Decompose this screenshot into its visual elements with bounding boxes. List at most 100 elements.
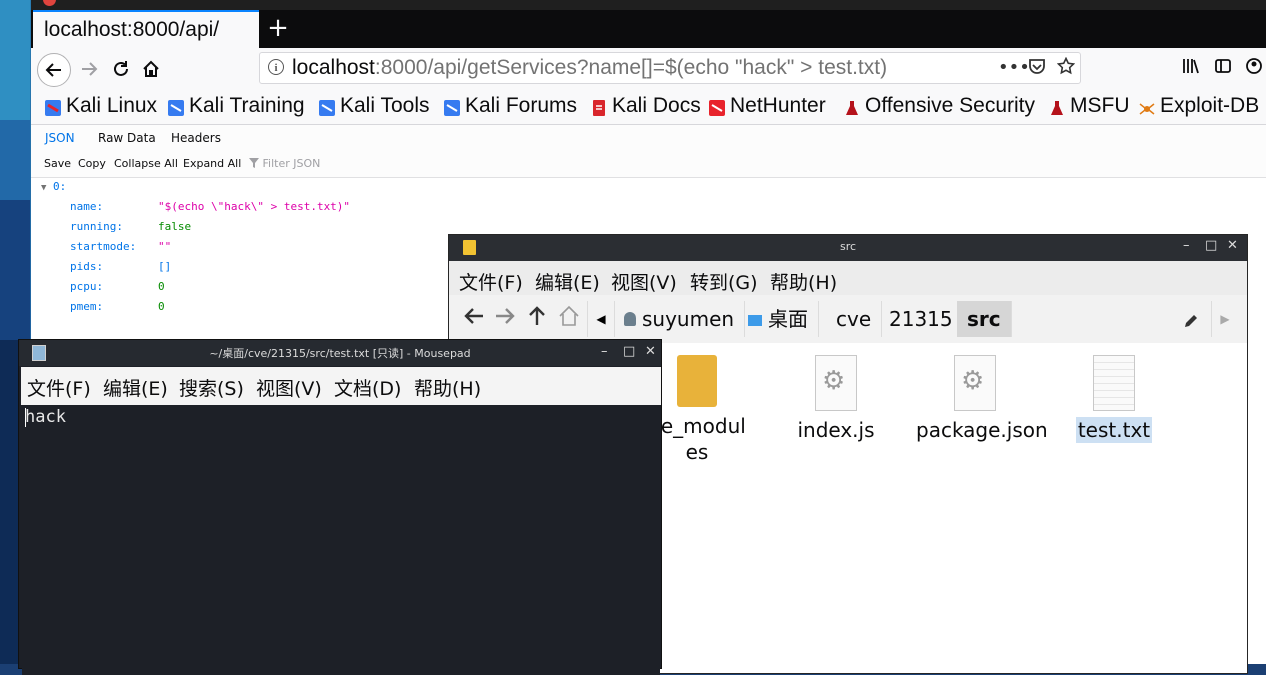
minimize-button[interactable]: – bbox=[601, 344, 608, 359]
file-index-js[interactable]: ⚙ index.js bbox=[776, 355, 896, 443]
menu-go[interactable]: 转到(G) bbox=[690, 268, 758, 295]
user-icon bbox=[624, 312, 636, 326]
json-row[interactable]: name: bbox=[70, 200, 103, 218]
json-row[interactable]: running: bbox=[70, 220, 123, 238]
file-package-json[interactable]: ⚙ package.json bbox=[914, 355, 1048, 443]
window-title: src bbox=[839, 240, 857, 253]
minimize-button[interactable]: – bbox=[1183, 238, 1190, 253]
json-key: pcpu: bbox=[70, 280, 104, 293]
file-label: test.txt bbox=[1075, 417, 1153, 443]
new-tab-button[interactable]: + bbox=[263, 14, 293, 44]
menu-help[interactable]: 帮助(H) bbox=[770, 268, 837, 295]
navigation-toolbar: i localhost:8000/api/getServices?name[]=… bbox=[31, 48, 1266, 90]
breadcrumb-21315[interactable]: 21315 bbox=[879, 301, 964, 337]
file-test-txt[interactable]: test.txt bbox=[1054, 355, 1174, 443]
json-row[interactable]: startmode: bbox=[70, 240, 136, 258]
library-icon[interactable] bbox=[1182, 57, 1200, 80]
menu-edit[interactable]: 编辑(E) bbox=[535, 268, 600, 295]
json-bool-value: false bbox=[158, 220, 192, 233]
text-editor-area[interactable]: hack bbox=[22, 405, 660, 675]
json-row[interactable]: pmem: bbox=[70, 300, 103, 318]
collapse-all-button[interactable]: Collapse All bbox=[114, 157, 178, 170]
bookmark-kali-docs[interactable]: Kali Docs bbox=[591, 94, 701, 118]
breadcrumb-suyumen[interactable]: suyumen bbox=[614, 301, 746, 337]
bookmark-kali-tools[interactable]: Kali Tools bbox=[319, 94, 430, 118]
menu-document[interactable]: 文档(D) bbox=[334, 374, 401, 401]
breadcrumb-src[interactable]: src bbox=[957, 301, 1012, 337]
menu-view[interactable]: 视图(V) bbox=[611, 268, 677, 295]
forward-arrow-icon[interactable] bbox=[494, 305, 516, 333]
copy-button[interactable]: Copy bbox=[78, 157, 106, 170]
json-string-value: "" bbox=[158, 240, 172, 253]
close-button[interactable]: ✕ bbox=[1227, 238, 1238, 253]
folder-icon bbox=[677, 355, 717, 407]
menu-edit[interactable]: 编辑(E) bbox=[103, 374, 168, 401]
json-number-value: 0 bbox=[158, 280, 165, 293]
json-row[interactable]: pcpu: bbox=[70, 280, 103, 298]
browser-tab[interactable]: localhost:8000/api/ bbox=[33, 10, 259, 48]
window-titlebar bbox=[31, 0, 1266, 10]
info-icon[interactable]: i bbox=[268, 59, 284, 75]
home-button[interactable] bbox=[135, 53, 167, 85]
filter-icon bbox=[249, 158, 259, 168]
back-button[interactable] bbox=[37, 53, 71, 87]
breadcrumb-desktop[interactable]: 桌面 bbox=[738, 301, 819, 337]
nethunter-icon bbox=[709, 98, 725, 116]
json-key: 0: bbox=[53, 180, 67, 193]
json-key: name: bbox=[70, 200, 104, 213]
breadcrumb-cve[interactable]: cve bbox=[826, 301, 883, 337]
bookmark-nethunter[interactable]: NetHunter bbox=[709, 94, 826, 118]
file-manager-titlebar[interactable]: src – □ ✕ bbox=[449, 235, 1247, 261]
forward-button[interactable] bbox=[73, 53, 105, 85]
page-actions-icon[interactable]: ••• bbox=[998, 57, 1030, 78]
file-label: package.json bbox=[916, 418, 1048, 442]
bookmark-kali-linux[interactable]: Kali Linux bbox=[45, 94, 157, 118]
bookmark-label: MSFU bbox=[1070, 94, 1130, 117]
desktop-icon bbox=[748, 315, 762, 326]
json-value: "" bbox=[158, 240, 171, 258]
bookmark-exploit-db[interactable]: Exploit-DB bbox=[1139, 94, 1259, 118]
json-row[interactable]: pids: bbox=[70, 260, 103, 278]
bookmark-offensive-security[interactable]: Offensive Security bbox=[844, 94, 1035, 118]
bookmark-kali-training[interactable]: Kali Training bbox=[168, 94, 305, 118]
pocket-icon[interactable] bbox=[1028, 57, 1046, 80]
menu-file[interactable]: 文件(F) bbox=[27, 374, 91, 401]
back-arrow-icon[interactable] bbox=[463, 305, 485, 333]
tab-raw-data[interactable]: Raw Data bbox=[98, 131, 156, 145]
tab-json[interactable]: JSON bbox=[45, 131, 75, 145]
edit-path-icon[interactable] bbox=[1183, 307, 1199, 335]
location-bar: ◀ suyumen 桌面 cve 21315 src ▶ bbox=[449, 295, 1247, 344]
mousepad-titlebar[interactable]: ~/桌面/cve/21315/src/test.txt [只读] - Mouse… bbox=[19, 340, 661, 366]
url-bar[interactable]: i localhost:8000/api/getServices?name[]=… bbox=[259, 52, 1081, 84]
reload-button[interactable] bbox=[105, 53, 137, 85]
json-string-value: "$(echo \"hack\" > test.txt)" bbox=[158, 200, 351, 213]
bookmark-kali-forums[interactable]: Kali Forums bbox=[444, 94, 577, 118]
bookmarks-toolbar: Kali Linux Kali Training Kali Tools Kali… bbox=[31, 90, 1266, 125]
close-window-button[interactable] bbox=[43, 0, 56, 6]
json-value: "$(echo \"hack\" > test.txt)" bbox=[158, 200, 350, 218]
home-icon[interactable] bbox=[558, 305, 580, 333]
save-button[interactable]: Save bbox=[44, 157, 71, 170]
filter-json-input[interactable]: Filter JSON bbox=[249, 157, 320, 170]
menu-help[interactable]: 帮助(H) bbox=[414, 374, 481, 401]
breadcrumb-scroll-right[interactable]: ▶ bbox=[1211, 301, 1238, 337]
tab-headers[interactable]: Headers bbox=[171, 131, 221, 145]
up-arrow-icon[interactable] bbox=[526, 305, 548, 333]
close-button[interactable]: ✕ bbox=[645, 344, 656, 359]
bookmark-label: Kali Tools bbox=[340, 94, 430, 117]
maximize-button[interactable]: □ bbox=[623, 344, 635, 359]
json-value: 0 bbox=[158, 300, 165, 318]
menu-file[interactable]: 文件(F) bbox=[459, 268, 523, 295]
menu-search[interactable]: 搜索(S) bbox=[179, 374, 244, 401]
breadcrumb-label: suyumen bbox=[642, 307, 735, 331]
json-root-row[interactable]: ▼ 0: bbox=[41, 180, 66, 198]
maximize-button[interactable]: □ bbox=[1205, 238, 1217, 253]
sidebar-icon[interactable] bbox=[1214, 57, 1232, 80]
script-file-icon: ⚙ bbox=[954, 355, 996, 411]
menu-view[interactable]: 视图(V) bbox=[256, 374, 322, 401]
account-icon[interactable] bbox=[1245, 57, 1263, 80]
breadcrumb-scroll-left[interactable]: ◀ bbox=[587, 301, 615, 337]
bookmark-msfu[interactable]: MSFU bbox=[1049, 94, 1130, 118]
expand-all-button[interactable]: Expand All bbox=[183, 157, 241, 170]
bookmark-star-icon[interactable] bbox=[1056, 56, 1076, 80]
